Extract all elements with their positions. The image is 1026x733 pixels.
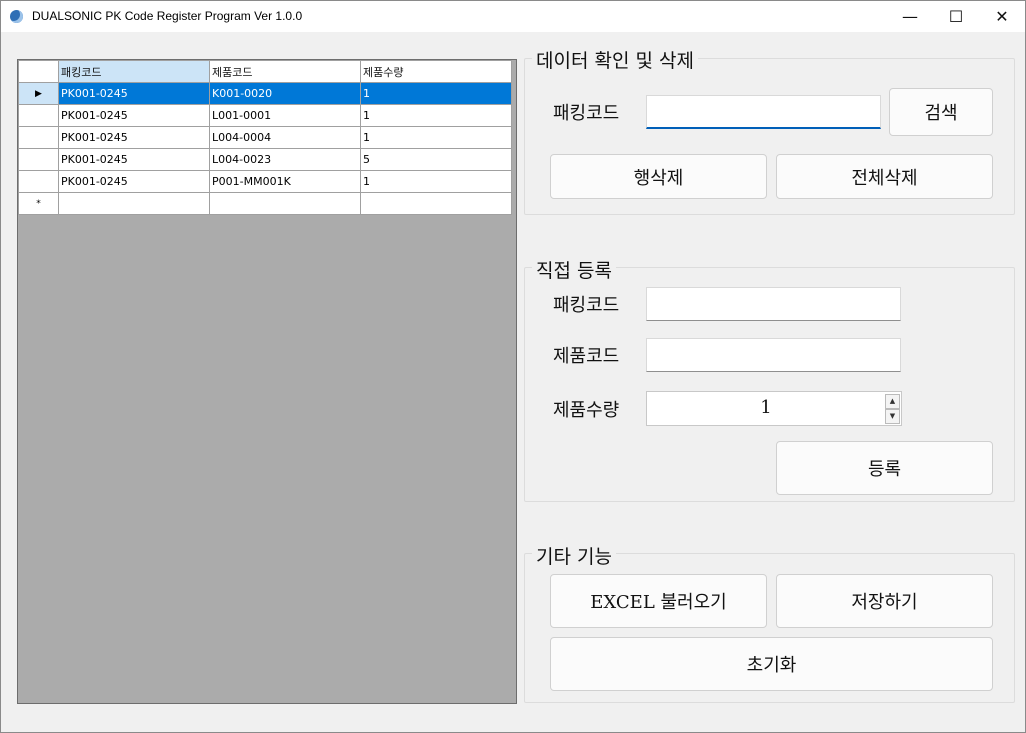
grid-cell[interactable]: L004-0023 [209,148,361,171]
row-header[interactable] [18,104,59,127]
save-button[interactable]: 저장하기 [776,574,993,628]
app-window: DUALSONIC PK Code Register Program Ver 1… [0,0,1026,733]
search-packing-code-input[interactable] [646,95,881,129]
table-row[interactable]: PK001-0245 L004-0023 5 [18,148,512,171]
table-row[interactable]: PK001-0245 P001-MM001K 1 [18,170,512,193]
delete-all-button[interactable]: 전체삭제 [776,154,993,199]
product-qty-value[interactable]: 1 [647,392,885,424]
reset-button[interactable]: 초기화 [550,637,993,691]
search-button[interactable]: 검색 [889,88,993,136]
column-header-product-qty[interactable]: 제품수량 [360,60,512,83]
minimize-button[interactable]: — [887,1,933,32]
excel-import-button[interactable]: EXCEL 불러오기 [550,574,767,628]
grid-cell[interactable] [360,192,512,215]
spin-up-icon[interactable]: ▲ [885,394,900,409]
maximize-button[interactable]: ☐ [933,1,979,32]
product-qty-stepper[interactable]: 1 ▲ ▼ [646,391,902,426]
grid-cell[interactable]: PK001-0245 [58,148,210,171]
direct-register-group-title: 직접 등록 [532,256,616,283]
window-title: DUALSONIC PK Code Register Program Ver 1… [32,9,303,23]
grid-cell[interactable]: 1 [360,126,512,149]
grid-cell[interactable]: P001-MM001K [209,170,361,193]
product-code-input[interactable] [646,338,901,372]
grid-cell[interactable]: PK001-0245 [58,82,210,105]
row-header[interactable] [18,148,59,171]
spin-down-icon[interactable]: ▼ [885,409,900,424]
grid-cell[interactable]: L001-0001 [209,104,361,127]
new-row-marker-icon[interactable]: * [18,192,59,215]
register-button[interactable]: 등록 [776,441,993,495]
packing-code-label: 패킹코드 [553,103,620,124]
close-button[interactable]: ✕ [979,1,1025,32]
register-packing-code-label: 패킹코드 [553,295,620,316]
grid-cell[interactable]: 1 [360,170,512,193]
grid-cell[interactable]: K001-0020 [209,82,361,105]
grid-cell[interactable] [209,192,361,215]
app-icon [10,10,23,23]
delete-row-button[interactable]: 행삭제 [550,154,767,199]
product-code-label: 제품코드 [553,346,620,367]
grid-cell[interactable]: 5 [360,148,512,171]
grid-corner-header[interactable] [18,60,59,83]
column-header-packing-code[interactable]: 패킹코드 [58,60,210,83]
grid-cell[interactable] [58,192,210,215]
row-header[interactable] [18,126,59,149]
register-packing-code-input[interactable] [646,287,901,321]
other-functions-group-title: 기타 기능 [532,542,616,569]
title-bar[interactable]: DUALSONIC PK Code Register Program Ver 1… [1,1,1025,32]
new-row[interactable]: * [18,192,512,215]
table-row[interactable]: ▶ PK001-0245 K001-0020 1 [18,82,512,105]
grid-cell[interactable]: PK001-0245 [58,126,210,149]
data-grid[interactable]: 패킹코드 제품코드 제품수량 ▶ PK001-0245 K001-0020 1 … [17,59,517,704]
check-delete-group-title: 데이터 확인 및 삭제 [532,46,698,73]
grid-cell[interactable]: 1 [360,104,512,127]
grid-cell[interactable]: L004-0004 [209,126,361,149]
product-qty-label: 제품수량 [553,400,620,421]
grid-cell[interactable]: PK001-0245 [58,170,210,193]
current-row-indicator-icon[interactable]: ▶ [18,82,59,105]
table-row[interactable]: PK001-0245 L001-0001 1 [18,104,512,127]
grid-cell[interactable]: PK001-0245 [58,104,210,127]
table-row[interactable]: PK001-0245 L004-0004 1 [18,126,512,149]
column-header-product-code[interactable]: 제품코드 [209,60,361,83]
grid-cell[interactable]: 1 [360,82,512,105]
row-header[interactable] [18,170,59,193]
grid-header-row: 패킹코드 제품코드 제품수량 [18,60,512,83]
